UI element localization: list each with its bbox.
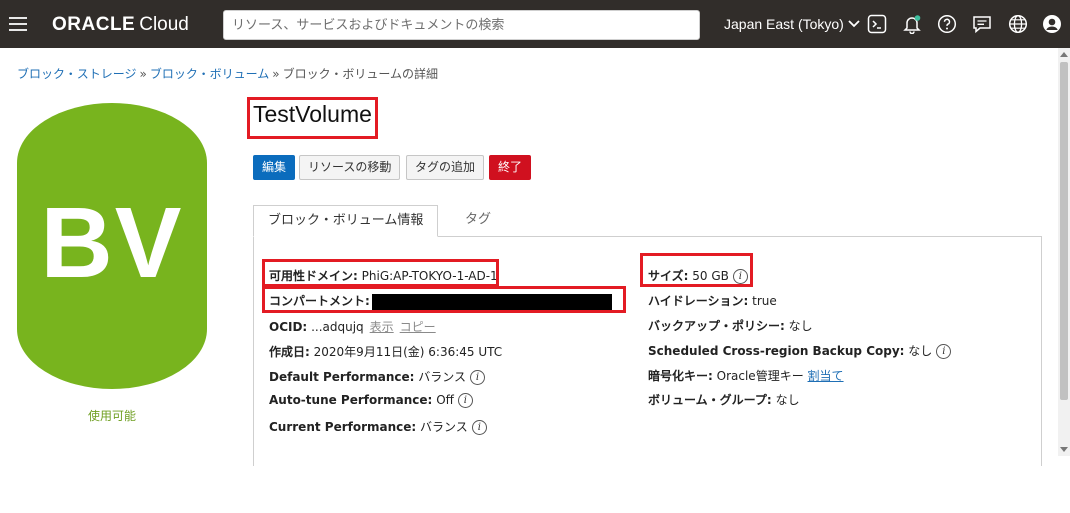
- status-label: 使用可能: [87, 409, 136, 423]
- size-value: 50 GB: [692, 269, 729, 283]
- availability-domain-label: 可用性ドメイン:: [269, 269, 358, 283]
- volume-group-value: なし: [775, 393, 800, 407]
- availability-domain-value: PhiG:AP-TOKYO-1-AD-1: [361, 269, 498, 283]
- breadcrumb-block-volumes[interactable]: ブロック・ボリューム: [150, 67, 269, 81]
- search-input[interactable]: [223, 10, 700, 40]
- compartment-row: コンパートメント:: [269, 292, 612, 310]
- compartment-redacted-value: [371, 293, 612, 310]
- info-icon[interactable]: i: [457, 393, 473, 408]
- region-label: Japan East (Tokyo): [724, 16, 844, 32]
- encryption-key-value: Oracle管理キー: [716, 369, 804, 383]
- add-tags-button[interactable]: タグの追加: [406, 155, 485, 180]
- size-label: サイズ:: [648, 269, 689, 283]
- chat-icon[interactable]: [972, 14, 992, 34]
- ocid-label: OCID:: [269, 320, 308, 334]
- compartment-label: コンパートメント:: [269, 294, 370, 308]
- volume-group-label: ボリューム・グループ:: [648, 393, 772, 407]
- user-icon[interactable]: [1042, 14, 1062, 34]
- volume-group-row: ボリューム・グループ: なし: [648, 391, 800, 408]
- menu-icon[interactable]: [9, 14, 27, 34]
- edit-button[interactable]: 編集: [253, 155, 296, 180]
- current-performance-row: Current Performance: バランス i: [269, 418, 487, 435]
- ocid-show-link[interactable]: 表示: [370, 320, 394, 334]
- default-performance-label: Default Performance:: [269, 370, 415, 384]
- backup-policy-value: なし: [788, 319, 813, 333]
- autotune-performance-value: Off: [436, 393, 454, 407]
- info-icon[interactable]: i: [936, 344, 952, 359]
- created-value: 2020年9月11日(金) 6:36:45 UTC: [313, 345, 503, 359]
- backup-policy-row: バックアップ・ポリシー: なし: [648, 317, 813, 334]
- chevron-down-icon: [848, 16, 860, 32]
- hydration-row: ハイドレーション: true: [648, 292, 777, 309]
- default-performance-value: バランス: [418, 370, 467, 384]
- size-row: サイズ: 50 GB i: [648, 267, 748, 284]
- created-row: 作成日: 2020年9月11日(金) 6:36:45 UTC: [269, 343, 502, 360]
- ocid-row: OCID: ...adqujq 表示 コピー: [269, 318, 436, 335]
- vertical-scrollbar[interactable]: [1058, 48, 1070, 456]
- breadcrumb: ブロック・ストレージ» ブロック・ボリューム» ブロック・ボリュームの詳細: [17, 65, 438, 82]
- encryption-key-row: 暗号化キー: Oracle管理キー 割当て: [648, 367, 844, 384]
- scroll-down-icon[interactable]: [1060, 447, 1068, 452]
- breadcrumb-separator: »: [272, 67, 280, 81]
- bell-icon[interactable]: [902, 14, 922, 35]
- autotune-performance-label: Auto-tune Performance:: [269, 393, 433, 407]
- autotune-performance-row: Auto-tune Performance: Off i: [269, 393, 473, 408]
- breadcrumb-separator: »: [139, 67, 147, 81]
- default-performance-row: Default Performance: バランス i: [269, 368, 486, 385]
- region-selector[interactable]: Japan East (Tokyo): [724, 16, 860, 32]
- hydration-label: ハイドレーション:: [648, 294, 749, 308]
- breadcrumb-block-storage[interactable]: ブロック・ストレージ: [17, 67, 137, 81]
- ocid-copy-link[interactable]: コピー: [400, 320, 436, 334]
- scroll-up-icon[interactable]: [1060, 52, 1068, 57]
- tab-tags[interactable]: タグ: [451, 205, 505, 237]
- ocid-value: ...adqujq: [311, 320, 364, 334]
- cross-region-backup-value: なし: [908, 344, 933, 358]
- breadcrumb-current: ブロック・ボリュームの詳細: [282, 67, 439, 81]
- assign-encryption-link[interactable]: 割当て: [808, 369, 844, 383]
- terminate-button[interactable]: 終了: [489, 155, 532, 180]
- help-icon[interactable]: [937, 14, 957, 34]
- created-label: 作成日:: [269, 345, 310, 359]
- hydration-value: true: [752, 294, 777, 308]
- scrollbar-thumb[interactable]: [1060, 62, 1068, 400]
- current-performance-value: バランス: [420, 420, 468, 434]
- cross-region-backup-row: Scheduled Cross-region Backup Copy: なし i: [648, 342, 952, 359]
- move-resource-button[interactable]: リソースの移動: [299, 155, 401, 180]
- tab-block-volume-info[interactable]: ブロック・ボリューム情報: [253, 205, 439, 237]
- logo-suffix: Cloud: [139, 14, 189, 35]
- current-performance-label: Current Performance:: [269, 420, 417, 434]
- cross-region-backup-label: Scheduled Cross-region Backup Copy:: [648, 344, 905, 358]
- oracle-cloud-logo[interactable]: ORACLE Cloud: [52, 14, 189, 36]
- encryption-key-label: 暗号化キー:: [648, 369, 713, 383]
- page-title: TestVolume: [253, 101, 372, 127]
- logo-brand: ORACLE: [52, 14, 136, 35]
- cloud-shell-icon[interactable]: [867, 14, 887, 34]
- availability-domain-row: 可用性ドメイン: PhiG:AP-TOKYO-1-AD-1: [269, 267, 498, 284]
- info-icon[interactable]: i: [471, 420, 487, 435]
- info-icon[interactable]: i: [732, 269, 748, 284]
- badge-text: BV: [40, 187, 184, 299]
- backup-policy-label: バックアップ・ポリシー:: [648, 319, 785, 333]
- info-icon[interactable]: i: [470, 370, 486, 385]
- top-navigation-bar: ORACLECloud Japan East (Tokyo): [0, 0, 1070, 48]
- globe-icon[interactable]: [1008, 14, 1028, 34]
